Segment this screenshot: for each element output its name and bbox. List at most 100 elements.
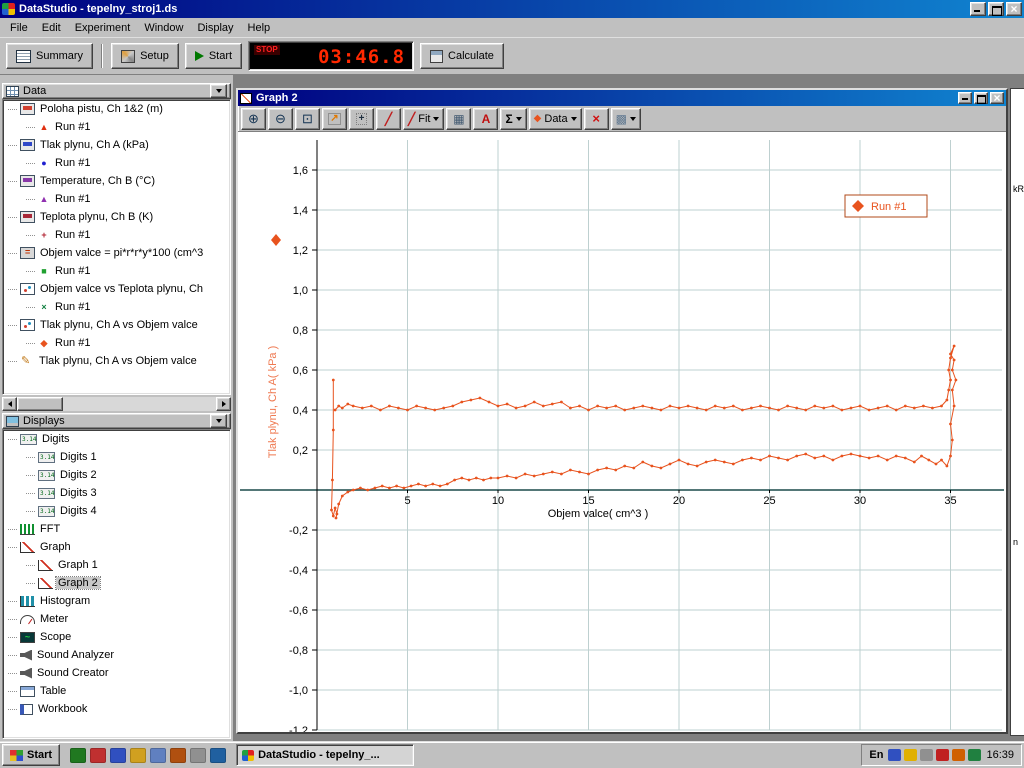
menu-window[interactable]: Window — [137, 20, 190, 36]
graph-close-button[interactable] — [990, 92, 1004, 104]
data-source-item[interactable]: Temperature, Ch B (°C) — [3, 172, 230, 190]
menu-edit[interactable]: Edit — [35, 20, 68, 36]
quick-launch-icon[interactable] — [130, 748, 146, 763]
run-item[interactable]: +Run #1 — [3, 226, 230, 244]
quick-launch-icon[interactable] — [70, 748, 86, 763]
display-item[interactable]: FFT — [3, 520, 230, 538]
tray-icon[interactable] — [904, 749, 917, 761]
arrow-left-icon — [8, 401, 12, 407]
data-source-item[interactable]: Objem valce = pi*r*r*y*100 (cm^3 — [3, 244, 230, 262]
minimize-button[interactable] — [970, 2, 986, 16]
tray-icon[interactable] — [888, 749, 901, 761]
run-item[interactable]: ●Run #1 — [3, 154, 230, 172]
display-item[interactable]: Sound Analyzer — [3, 646, 230, 664]
zoom-in-button[interactable]: ⊕ — [241, 108, 266, 130]
table-icon — [20, 686, 35, 697]
pen-icon — [20, 355, 34, 367]
quick-launch-icon[interactable] — [110, 748, 126, 763]
displays-panel-menu-button[interactable] — [210, 414, 227, 428]
display-item[interactable]: Table — [3, 682, 230, 700]
display-item[interactable]: Digits 2 — [3, 466, 230, 484]
quick-launch-icon[interactable] — [150, 748, 166, 763]
legend[interactable]: Run #1 — [845, 195, 927, 217]
menu-file[interactable]: File — [3, 20, 35, 36]
fit-menu-button[interactable]: ╱Fit — [403, 108, 444, 130]
data-source-item[interactable]: Tlak plynu, Ch A vs Objem valce — [3, 316, 230, 334]
slope-tool-button[interactable]: ╱ — [376, 108, 401, 130]
scroll-right-button[interactable] — [216, 397, 231, 411]
display-label: Table — [38, 685, 68, 697]
quick-launch-icon[interactable] — [90, 748, 106, 763]
plot-svg[interactable]: 1,61,41,21,00,80,60,40,2-0,2-0,4-0,6-0,8… — [238, 132, 1006, 732]
menu-experiment[interactable]: Experiment — [68, 20, 138, 36]
setup-icon — [121, 50, 135, 63]
display-item[interactable]: Digits — [3, 430, 230, 448]
graph-minimize-button[interactable] — [958, 92, 972, 104]
scale-to-fit-button[interactable]: ↗ — [322, 108, 347, 130]
statistics-menu-button[interactable]: Σ — [500, 108, 526, 130]
data-source-item[interactable]: Teplota plynu, Ch B (K) — [3, 208, 230, 226]
scrollbar-track[interactable] — [17, 397, 216, 411]
zoom-out-button[interactable]: ⊖ — [268, 108, 293, 130]
maximize-button[interactable] — [988, 2, 1004, 16]
fit-axes-icon: ↗ — [328, 113, 340, 125]
language-indicator[interactable]: En — [869, 749, 883, 761]
display-item[interactable]: Meter — [3, 610, 230, 628]
display-item[interactable]: Graph 2 — [3, 574, 230, 592]
scrollbar-thumb[interactable] — [17, 397, 63, 411]
data-panel-menu-button[interactable] — [210, 84, 227, 98]
plot-area[interactable]: 1,61,41,21,00,80,60,40,2-0,2-0,4-0,6-0,8… — [238, 132, 1006, 732]
text-annotation-button[interactable]: A — [473, 108, 498, 130]
display-item[interactable]: Digits 1 — [3, 448, 230, 466]
run-item[interactable]: ▲Run #1 — [3, 190, 230, 208]
data-source-item[interactable]: Poloha pistu, Ch 1&2 (m) — [3, 100, 230, 118]
summary-button[interactable]: Summary — [6, 43, 93, 69]
background-window-fragment: kR n — [1010, 88, 1024, 736]
data-source-item[interactable]: Objem valce vs Teplota plynu, Ch — [3, 280, 230, 298]
remove-button[interactable]: × — [584, 108, 609, 130]
tray-icon[interactable] — [936, 749, 949, 761]
workbook-icon — [20, 704, 33, 715]
display-item[interactable]: Histogram — [3, 592, 230, 610]
display-item[interactable]: Digits 4 — [3, 502, 230, 520]
setup-button[interactable]: Setup — [111, 43, 179, 69]
tray-icon[interactable] — [968, 749, 981, 761]
run-item[interactable]: ▲Run #1 — [3, 118, 230, 136]
quick-launch-icon[interactable] — [210, 748, 226, 763]
quick-launch-icon[interactable] — [170, 748, 186, 763]
display-item[interactable]: Sound Creator — [3, 664, 230, 682]
data-source-label: Tlak plynu, Ch A vs Objem valce — [37, 355, 199, 367]
menu-help[interactable]: Help — [241, 20, 278, 36]
graph-window: Graph 2 ⊕⊖⊡↗+╱╱Fit▦AΣ◆Data×▩ 1,61,41,21,… — [236, 88, 1008, 734]
run-item[interactable]: ◆Run #1 — [3, 334, 230, 352]
graph-maximize-button[interactable] — [974, 92, 988, 104]
zoom-select-button[interactable]: ⊡ — [295, 108, 320, 130]
data-source-item[interactable]: Tlak plynu, Ch A vs Objem valce — [3, 352, 230, 370]
smart-tool-button[interactable]: + — [349, 108, 374, 130]
data-menu-button[interactable]: ◆Data — [529, 108, 582, 130]
display-item[interactable]: Graph — [3, 538, 230, 556]
settings-menu-button[interactable]: ▩ — [611, 108, 641, 130]
calculate-button[interactable]: Calculate — [420, 43, 504, 69]
menu-display[interactable]: Display — [190, 20, 240, 36]
start-button[interactable]: Start — [185, 43, 242, 69]
horizontal-scrollbar[interactable] — [2, 397, 231, 411]
display-item[interactable]: Workbook — [3, 700, 230, 718]
display-item[interactable]: Graph 1 — [3, 556, 230, 574]
task-button-datastudio[interactable]: DataStudio - tepelny_... — [236, 744, 414, 766]
run-item[interactable]: ×Run #1 — [3, 298, 230, 316]
display-item[interactable]: Scope — [3, 628, 230, 646]
data-source-item[interactable]: Tlak plynu, Ch A (kPa) — [3, 136, 230, 154]
close-button[interactable] — [1006, 2, 1022, 16]
scroll-left-button[interactable] — [2, 397, 17, 411]
letter-a-icon: A — [482, 113, 491, 125]
taskbar-clock[interactable]: 16:39 — [986, 749, 1014, 761]
start-menu-button[interactable]: Start — [2, 744, 60, 766]
quick-launch-icon[interactable] — [190, 748, 206, 763]
calculator-button[interactable]: ▦ — [446, 108, 471, 130]
tray-icon[interactable] — [952, 749, 965, 761]
run-item[interactable]: ■Run #1 — [3, 262, 230, 280]
display-item[interactable]: Digits 3 — [3, 484, 230, 502]
tray-icon[interactable] — [920, 749, 933, 761]
quick-launch — [65, 748, 231, 763]
